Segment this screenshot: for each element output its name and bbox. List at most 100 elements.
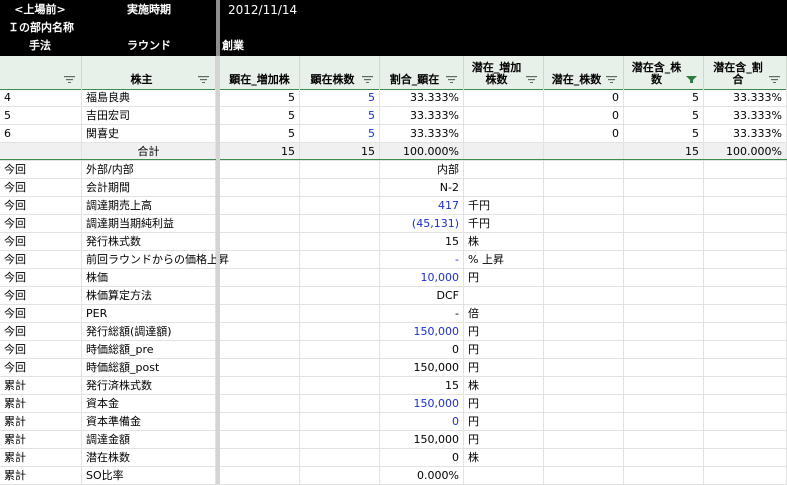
cell-empty[interactable] — [704, 197, 787, 214]
cell-item-label[interactable]: 調達金額 — [82, 431, 216, 448]
cell-incl-potential-shares[interactable]: 5 — [624, 125, 704, 142]
cell-incl-potential-ratio[interactable]: 33.333% — [704, 125, 787, 142]
cell-item-unit[interactable]: 円 — [464, 359, 544, 376]
cell-empty[interactable] — [220, 377, 300, 394]
cell-empty[interactable] — [300, 413, 380, 430]
cell-item-value[interactable]: 150,000 — [380, 431, 464, 448]
cell-item-value[interactable]: 150,000 — [380, 359, 464, 376]
cell-empty[interactable] — [300, 269, 380, 286]
cell-empty[interactable] — [300, 161, 380, 178]
cell-scope[interactable]: 累計 — [0, 449, 82, 466]
cell-total-issued-increase[interactable]: 15 — [220, 143, 300, 160]
cell-item-unit[interactable]: 株 — [464, 449, 544, 466]
column-header-3[interactable]: 顕在株数 — [300, 56, 380, 89]
cell-issued-ratio[interactable]: 33.333% — [380, 107, 464, 124]
cell-empty[interactable] — [300, 215, 380, 232]
cell-empty[interactable] — [544, 431, 624, 448]
filter-icon[interactable] — [198, 76, 209, 83]
cell-empty[interactable] — [300, 341, 380, 358]
cell-empty[interactable] — [544, 341, 624, 358]
cell-empty[interactable] — [704, 161, 787, 178]
cell-item-label[interactable]: 資本金 — [82, 395, 216, 412]
cell-empty[interactable] — [300, 431, 380, 448]
cell-item-unit[interactable]: 千円 — [464, 215, 544, 232]
cell-empty[interactable] — [624, 287, 704, 304]
cell-empty[interactable] — [704, 305, 787, 322]
cell-empty[interactable] — [464, 143, 544, 160]
column-header-4[interactable]: 割合_顕在 — [380, 56, 464, 89]
cell-empty[interactable] — [544, 161, 624, 178]
cell-item-unit[interactable]: 千円 — [464, 197, 544, 214]
cell-issued-ratio[interactable]: 33.333% — [380, 89, 464, 106]
cell-potential-shares[interactable]: 0 — [544, 125, 624, 142]
cell-empty[interactable] — [704, 431, 787, 448]
cell-incl-potential-ratio[interactable]: 33.333% — [704, 107, 787, 124]
cell-issued-shares[interactable]: 5 — [300, 89, 380, 106]
cell-empty[interactable] — [704, 467, 787, 484]
cell-item-label[interactable]: 前回ラウンドからの価格上昇 — [82, 251, 229, 268]
cell-scope[interactable]: 今回 — [0, 323, 82, 340]
cell-scope[interactable]: 累計 — [0, 395, 82, 412]
column-header-2[interactable]: 顕在_増加株 — [220, 56, 300, 89]
cell-item-unit[interactable]: 株 — [464, 233, 544, 250]
cell-item-label[interactable]: 株価 — [82, 269, 216, 286]
cell-item-value[interactable]: (45,131) — [380, 215, 464, 232]
cell-empty[interactable] — [220, 341, 300, 358]
cell-empty[interactable] — [300, 359, 380, 376]
cell-empty[interactable] — [544, 179, 624, 196]
cell-empty[interactable] — [220, 233, 300, 250]
cell-empty[interactable] — [544, 215, 624, 232]
column-header-8[interactable]: 潜在含_割合 — [704, 56, 787, 89]
cell-scope[interactable]: 今回 — [0, 161, 82, 178]
cell-empty[interactable] — [624, 341, 704, 358]
cell-empty[interactable] — [220, 179, 300, 196]
cell-shareholder-no[interactable]: 6 — [0, 125, 82, 142]
cell-empty[interactable] — [624, 467, 704, 484]
cell-item-unit[interactable] — [464, 161, 544, 178]
cell-empty[interactable] — [624, 431, 704, 448]
cell-total-incl-ratio[interactable]: 100.000% — [704, 143, 787, 160]
cell-empty[interactable] — [704, 215, 787, 232]
cell-scope[interactable]: 今回 — [0, 359, 82, 376]
cell-empty[interactable] — [544, 359, 624, 376]
cell-empty[interactable] — [624, 179, 704, 196]
cell-item-unit[interactable]: 株 — [464, 377, 544, 394]
cell-empty[interactable] — [300, 251, 380, 268]
cell-incl-potential-shares[interactable]: 5 — [624, 107, 704, 124]
filter-icon[interactable] — [362, 76, 373, 83]
cell-timing-date[interactable]: 2012/11/14 — [228, 1, 297, 19]
cell-incl-potential-shares[interactable]: 5 — [624, 89, 704, 106]
cell-empty[interactable] — [624, 413, 704, 430]
cell-empty[interactable] — [300, 377, 380, 394]
cell-potential-increase[interactable] — [464, 107, 544, 124]
cell-potential-increase[interactable] — [464, 125, 544, 142]
column-header-0[interactable] — [0, 56, 82, 89]
cell-scope[interactable]: 今回 — [0, 233, 82, 250]
cell-item-label[interactable]: 外部/内部 — [82, 161, 216, 178]
cell-empty[interactable] — [624, 269, 704, 286]
cell-empty[interactable] — [220, 359, 300, 376]
cell-empty[interactable] — [704, 395, 787, 412]
column-header-1[interactable]: 株主 — [82, 56, 216, 89]
cell-empty[interactable] — [300, 305, 380, 322]
cell-item-label[interactable]: 調達期売上高 — [82, 197, 216, 214]
cell-potential-shares[interactable]: 0 — [544, 89, 624, 106]
cell-empty[interactable] — [300, 323, 380, 340]
cell-shareholder-name[interactable]: 関喜史 — [82, 125, 216, 142]
cell-empty[interactable] — [704, 377, 787, 394]
cell-scope[interactable]: 今回 — [0, 305, 82, 322]
cell-empty[interactable] — [624, 215, 704, 232]
cell-shareholder-no[interactable]: 4 — [0, 89, 82, 106]
cell-empty[interactable] — [624, 305, 704, 322]
cell-empty[interactable] — [544, 233, 624, 250]
cell-item-value[interactable]: 10,000 — [380, 269, 464, 286]
cell-item-unit[interactable]: 円 — [464, 413, 544, 430]
cell-empty[interactable] — [704, 287, 787, 304]
cell-issued-shares[interactable]: 5 — [300, 125, 380, 142]
cell-item-unit[interactable] — [464, 179, 544, 196]
cell-item-unit[interactable] — [464, 287, 544, 304]
cell-total-issued-ratio[interactable]: 100.000% — [380, 143, 464, 160]
cell-empty[interactable] — [624, 377, 704, 394]
cell-empty[interactable] — [544, 449, 624, 466]
cell-empty[interactable] — [704, 269, 787, 286]
